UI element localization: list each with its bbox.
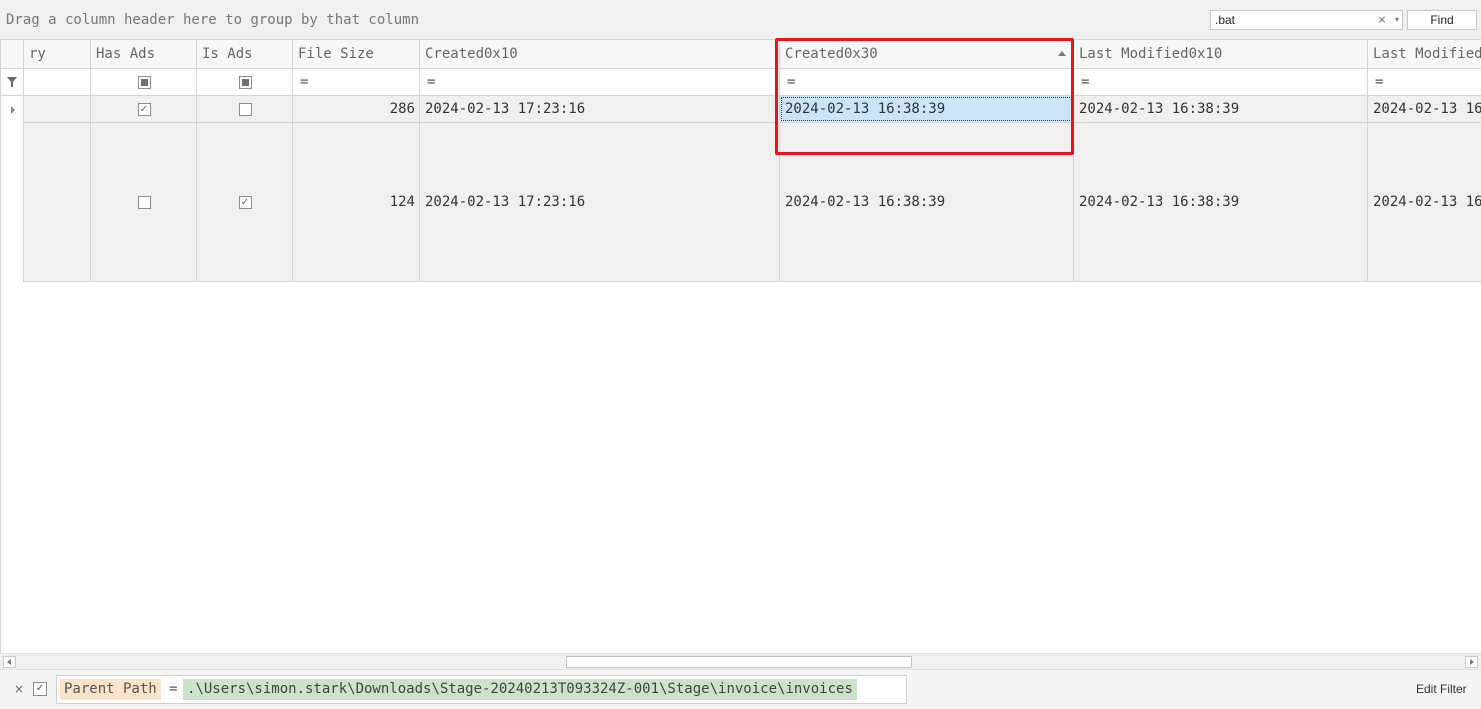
cell-created0x10[interactable]: 2024-02-13 17:23:16: [420, 123, 780, 282]
equals-operator-icon: =: [787, 74, 796, 90]
group-by-hint: Drag a column header here to group by th…: [6, 12, 420, 28]
filter-expression[interactable]: Parent Path = .\Users\simon.stark\Downlo…: [56, 675, 907, 704]
is-ads-checkbox[interactable]: [238, 103, 252, 116]
filter-checkbox-has-ads[interactable]: [137, 76, 151, 89]
cell-is-ads[interactable]: [197, 96, 293, 123]
scroll-right-arrow-icon[interactable]: [1465, 656, 1478, 668]
column-header-is-ads[interactable]: Is Ads: [197, 40, 293, 68]
data-grid[interactable]: ry Has Ads Is Ads File Size Created0x10 …: [0, 40, 1481, 653]
cell-last-modified0x30[interactable]: 2024-02-13 16:38:39: [1368, 96, 1481, 123]
last-modified0x10-value: 2024-02-13 16:38:39: [1079, 101, 1240, 117]
filter-cell-created0x30[interactable]: =: [780, 69, 1074, 95]
cell-last-modified0x30[interactable]: 2024-02-13 16:38:39: [1368, 123, 1481, 282]
scrollbar-thumb[interactable]: [566, 656, 912, 668]
filter-checkbox-is-ads[interactable]: [238, 76, 252, 89]
filter-cell-file-size[interactable]: =: [293, 69, 420, 95]
column-header-row: ry Has Ads Is Ads File Size Created0x10 …: [1, 40, 1481, 69]
filter-row-indicator: [1, 69, 24, 95]
header-indicator: [1, 40, 24, 68]
equals-operator-icon: =: [300, 74, 309, 90]
cell-ry[interactable]: [24, 96, 91, 123]
cell-created0x30-focused[interactable]: 2024-02-13 16:38:39: [780, 96, 1074, 123]
find-panel[interactable]: × ▾: [1210, 10, 1403, 30]
last-modified0x30-value: 2024-02-13 16:38:39: [1373, 101, 1481, 117]
column-header-last-modified0x30[interactable]: Last Modified0x30: [1368, 40, 1481, 68]
current-row-arrow-icon: [11, 106, 15, 114]
created0x10-value: 2024-02-13 17:23:16: [425, 101, 586, 117]
cell-file-size[interactable]: 286: [293, 96, 420, 123]
filter-cell-ry[interactable]: [24, 69, 91, 95]
find-button[interactable]: Find: [1407, 10, 1477, 30]
scroll-left-arrow-icon[interactable]: [3, 656, 16, 668]
has-ads-checkbox[interactable]: ✓: [137, 103, 151, 116]
auto-filter-row: = = = = =: [1, 69, 1481, 96]
filter-cell-has-ads[interactable]: [91, 69, 197, 95]
find-input[interactable]: [1211, 11, 1371, 29]
equals-operator-icon: =: [1375, 74, 1384, 90]
created0x30-value: 2024-02-13 16:38:39: [785, 101, 946, 117]
sort-ascending-icon: [1058, 51, 1066, 56]
clear-filter-icon[interactable]: ×: [12, 681, 26, 697]
cell-has-ads[interactable]: [91, 123, 197, 282]
enable-filter-checkbox[interactable]: ✓: [33, 682, 47, 696]
column-header-created0x30-label: Created0x30: [785, 46, 878, 62]
row-indicator[interactable]: [1, 123, 24, 282]
column-header-created0x30[interactable]: Created0x30: [780, 40, 1074, 68]
column-header-has-ads[interactable]: Has Ads: [91, 40, 197, 68]
column-header-ry[interactable]: ry: [24, 40, 91, 68]
group-panel[interactable]: Drag a column header here to group by th…: [0, 0, 1481, 40]
search-history-dropdown-icon[interactable]: ▾: [1391, 12, 1403, 28]
column-header-last-modified0x10[interactable]: Last Modified0x10: [1074, 40, 1368, 68]
equals-operator-icon: =: [427, 74, 436, 90]
equals-operator-icon: =: [1081, 74, 1090, 90]
filter-cell-created0x10[interactable]: =: [420, 69, 780, 95]
file-size-value: 286: [389, 101, 415, 117]
clear-search-icon[interactable]: ×: [1375, 12, 1389, 28]
cell-has-ads[interactable]: ✓: [91, 96, 197, 123]
filter-icon: [7, 77, 17, 87]
created0x10-value: 2024-02-13 17:23:16: [425, 194, 586, 210]
column-header-created0x10[interactable]: Created0x10: [420, 40, 780, 68]
table-row[interactable]: ✓ 286 2024-02-13 17:23:16 2024-02-13 16:…: [1, 96, 1481, 123]
last-modified0x10-value: 2024-02-13 16:38:39: [1079, 194, 1240, 210]
cell-is-ads[interactable]: ✓: [197, 123, 293, 282]
last-modified0x30-value: 2024-02-13 16:38:39: [1373, 194, 1481, 210]
cell-created0x30[interactable]: 2024-02-13 16:38:39: [780, 123, 1074, 282]
filter-cell-last-modified0x30[interactable]: =: [1368, 69, 1481, 95]
cell-created0x10[interactable]: 2024-02-13 17:23:16: [420, 96, 780, 123]
filter-field-name: Parent Path: [60, 679, 161, 700]
edit-filter-link[interactable]: Edit Filter: [1416, 682, 1467, 696]
created0x30-value: 2024-02-13 16:38:39: [785, 194, 946, 210]
table-row[interactable]: ✓ 124 2024-02-13 17:23:16 2024-02-13 16:…: [1, 123, 1481, 282]
horizontal-scrollbar[interactable]: [0, 653, 1481, 670]
file-size-value: 124: [389, 194, 415, 210]
cell-file-size[interactable]: 124: [293, 123, 420, 282]
cell-last-modified0x10[interactable]: 2024-02-13 16:38:39: [1074, 123, 1368, 282]
column-header-file-size[interactable]: File Size: [293, 40, 420, 68]
cell-ry[interactable]: [24, 123, 91, 282]
filter-panel: × ✓ Parent Path = .\Users\simon.stark\Do…: [0, 670, 1481, 709]
cell-last-modified0x10[interactable]: 2024-02-13 16:38:39: [1074, 96, 1368, 123]
has-ads-checkbox[interactable]: [137, 196, 151, 209]
filter-cell-is-ads[interactable]: [197, 69, 293, 95]
is-ads-checkbox[interactable]: ✓: [238, 196, 252, 209]
filter-value: .\Users\simon.stark\Downloads\Stage-2024…: [183, 679, 857, 700]
row-indicator[interactable]: [1, 96, 24, 123]
filter-cell-last-modified0x10[interactable]: =: [1074, 69, 1368, 95]
filter-operator: =: [169, 681, 178, 697]
